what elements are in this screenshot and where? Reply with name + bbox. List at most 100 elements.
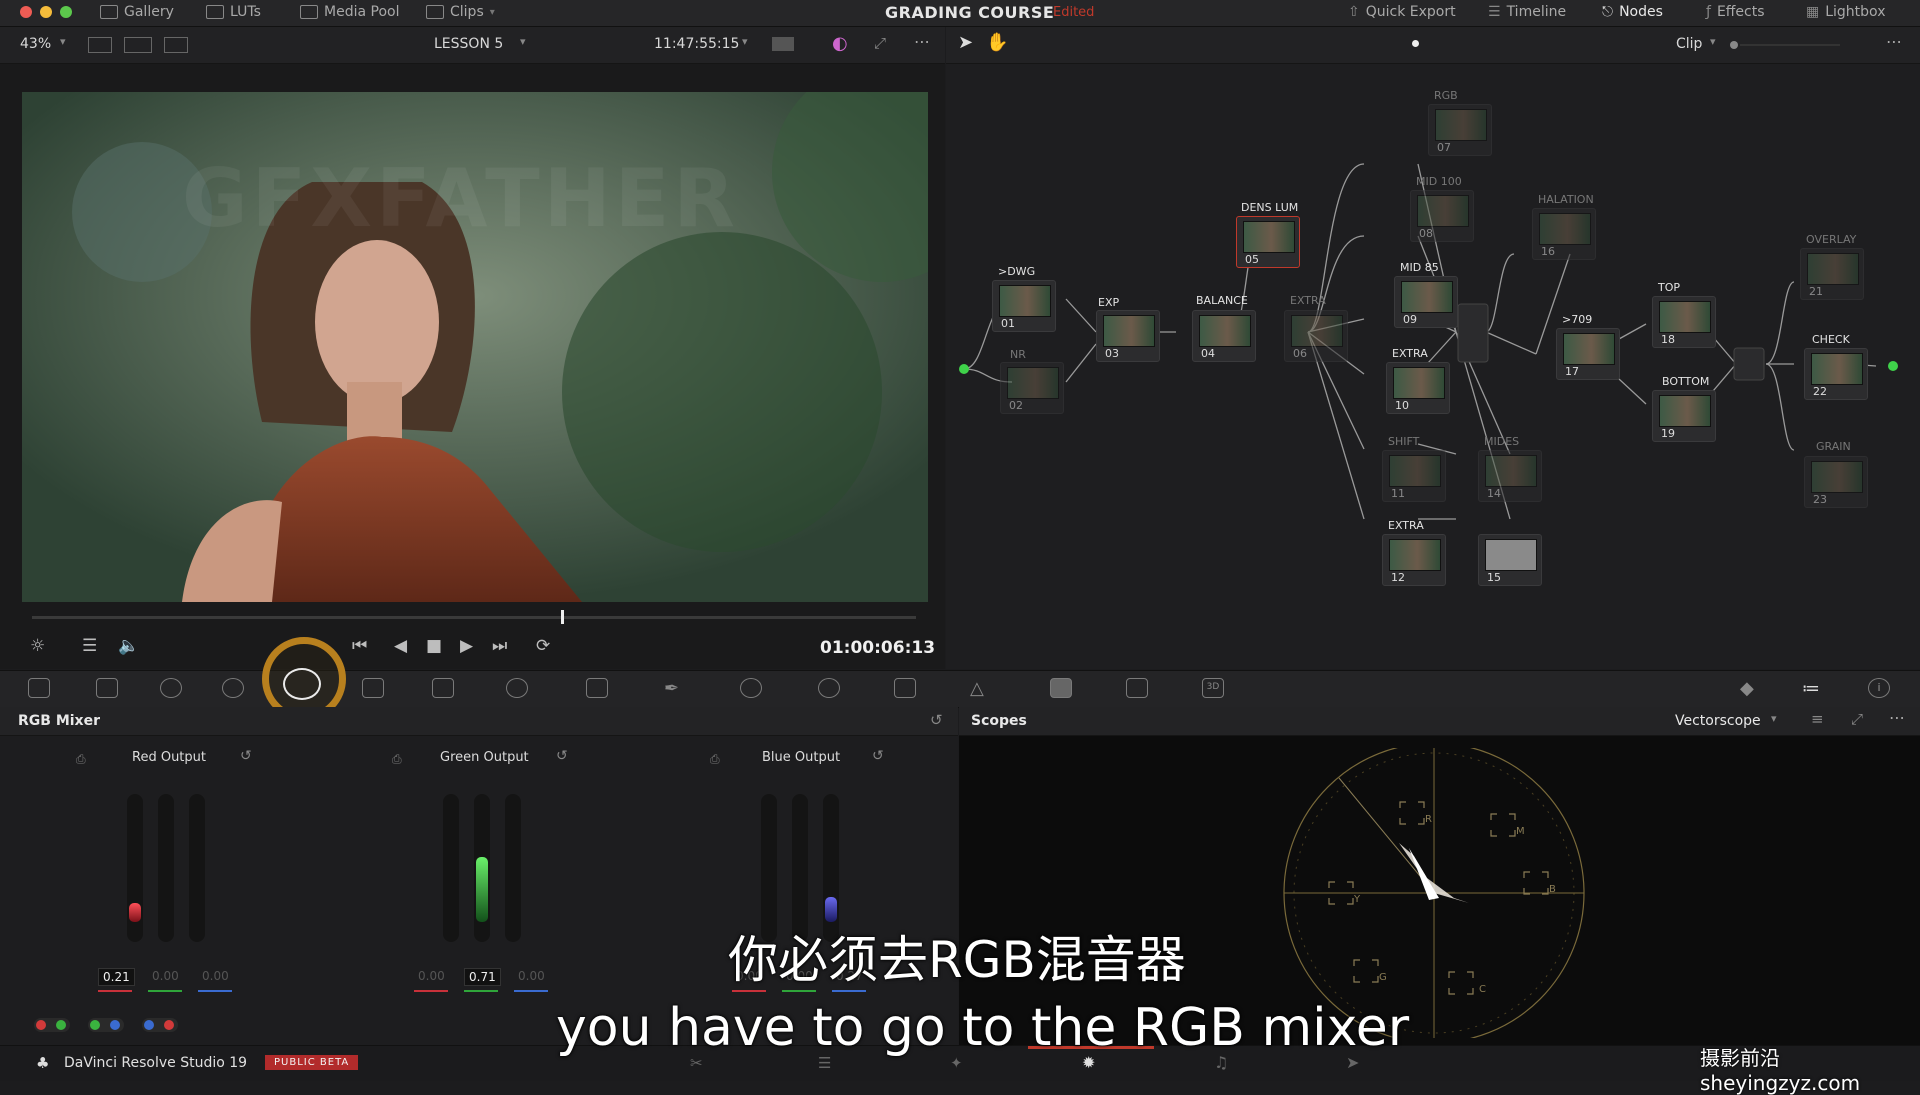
layers-icon[interactable]: ☰ (82, 636, 97, 656)
node-10[interactable]: 10 (1386, 362, 1450, 414)
link-sliders-icon[interactable]: ⎙ (76, 752, 86, 767)
clips-tab[interactable]: Clips ▾ (426, 4, 495, 20)
gallery-tab[interactable]: Gallery (100, 4, 174, 20)
green-output-r-slider[interactable] (443, 794, 459, 942)
node-15[interactable]: 15 (1478, 534, 1542, 586)
red-output-g-slider[interactable] (158, 794, 174, 942)
more-options-icon[interactable]: ⋯ (1886, 32, 1902, 51)
key-icon[interactable] (1050, 678, 1072, 698)
node-05[interactable]: 05 (1236, 216, 1300, 268)
zoom-dropdown[interactable]: 43% (20, 36, 51, 52)
sizing-icon[interactable] (1126, 678, 1148, 698)
scopes-icon[interactable]: ≔ (1802, 678, 1824, 699)
red-output-g-value[interactable]: 0.00 (148, 968, 183, 984)
node-03[interactable]: 03 (1096, 310, 1160, 362)
green-output-b-value[interactable]: 0.00 (514, 968, 549, 984)
node-23[interactable]: 23 (1804, 456, 1868, 508)
link-sliders-icon[interactable]: ⎙ (710, 752, 720, 767)
lightbox-tab[interactable]: ▦ Lightbox (1806, 4, 1885, 20)
swap-blue-red-button[interactable] (142, 1018, 178, 1032)
3d-icon[interactable]: 3D (1202, 678, 1224, 698)
green-output-g-slider[interactable] (474, 794, 490, 942)
red-output-b-value[interactable]: 0.00 (198, 968, 233, 984)
play-icon[interactable]: ▶ (460, 636, 473, 656)
green-output-r-value[interactable]: 0.00 (414, 968, 449, 984)
color-wheel-icon[interactable]: ◐ (832, 33, 848, 54)
node-14[interactable]: 14 (1478, 450, 1542, 502)
maximize-window-button[interactable] (60, 6, 72, 18)
node-01[interactable]: 01 (992, 280, 1056, 332)
tracker-icon[interactable] (818, 678, 840, 698)
hdr-icon[interactable] (222, 678, 244, 698)
zoom-slider[interactable] (1740, 44, 1840, 46)
swap-green-blue-button[interactable] (88, 1018, 124, 1032)
green-output-b-slider[interactable] (505, 794, 521, 942)
motion-effects-icon[interactable] (362, 678, 384, 698)
timeline-tab[interactable]: ☰ Timeline (1488, 4, 1566, 20)
qualifier-icon[interactable] (586, 678, 608, 698)
fullscreen-icon[interactable]: ⤢ (874, 34, 886, 52)
viewer-options-icon[interactable]: ☼ (30, 636, 45, 656)
color-match-icon[interactable] (96, 678, 118, 698)
node-08[interactable]: 08 (1410, 190, 1474, 242)
node-16[interactable]: 16 (1532, 208, 1596, 260)
magic-mask-icon[interactable] (894, 678, 916, 698)
eyedropper-icon[interactable]: ✒ (664, 678, 686, 699)
node-mode-dropdown[interactable]: Clip (1676, 36, 1702, 52)
reset-icon[interactable]: ↺ (240, 748, 252, 764)
wipe-icon[interactable] (164, 37, 188, 53)
red-output-b-slider[interactable] (189, 794, 205, 942)
node-21[interactable]: 21 (1800, 248, 1864, 300)
effects-tab[interactable]: ƒ Effects (1706, 4, 1765, 20)
node-06[interactable]: 06 (1284, 310, 1348, 362)
color-warper-icon[interactable] (506, 678, 528, 698)
red-output-r-slider[interactable] (127, 794, 143, 942)
luts-tab[interactable]: LUTs (206, 4, 261, 20)
quick-export-tab[interactable]: ⇧ Quick Export (1348, 4, 1456, 20)
node-19[interactable]: 19 (1652, 390, 1716, 442)
node-17[interactable]: 17 (1556, 328, 1620, 380)
node-04[interactable]: 04 (1192, 310, 1256, 362)
nodes-tab[interactable]: ⎋ Nodes (1602, 4, 1663, 20)
minimize-window-button[interactable] (40, 6, 52, 18)
scrub-bar[interactable] (32, 616, 916, 619)
single-viewer-icon[interactable] (88, 37, 112, 53)
node-09[interactable]: 09 (1394, 276, 1458, 328)
node-11[interactable]: 11 (1382, 450, 1446, 502)
reverse-play-icon[interactable]: ◀ (394, 636, 407, 656)
node-07[interactable]: 07 (1428, 104, 1492, 156)
red-output-r-value[interactable]: 0.21 (98, 968, 135, 986)
node-02[interactable]: 02 (1000, 362, 1064, 414)
scope-type-dropdown[interactable]: Vectorscope (1675, 713, 1761, 729)
rgb-mixer-icon[interactable] (283, 668, 321, 700)
curves-icon[interactable] (432, 678, 454, 698)
more-options-icon[interactable]: ⋯ (1889, 708, 1905, 727)
skip-to-start-icon[interactable]: ⏮ (352, 636, 367, 656)
timeline-name[interactable]: LESSON 5 (434, 36, 503, 52)
swap-red-green-button[interactable] (34, 1018, 70, 1032)
skip-to-end-icon[interactable]: ⏭ (492, 636, 507, 656)
more-options-icon[interactable]: ⋯ (914, 32, 930, 51)
split-viewer-icon[interactable] (124, 37, 152, 53)
window-icon[interactable] (740, 678, 762, 698)
hand-tool-icon[interactable]: ✋ (986, 32, 1008, 53)
reset-icon[interactable]: ↺ (872, 748, 884, 764)
volume-icon[interactable]: 🔈 (118, 636, 139, 656)
link-sliders-icon[interactable]: ⎙ (392, 752, 402, 767)
scope-settings-icon[interactable]: ≡ (1811, 710, 1824, 728)
pointer-tool-icon[interactable]: ➤ (958, 32, 973, 53)
green-output-g-value[interactable]: 0.71 (464, 968, 501, 986)
reset-icon[interactable]: ↺ (556, 748, 568, 764)
info-icon[interactable]: i (1868, 678, 1890, 698)
node-22[interactable]: 22 (1804, 348, 1868, 400)
viewer-image[interactable]: GFXFATHER (22, 92, 928, 602)
camera-raw-icon[interactable] (28, 678, 50, 698)
highlight-icon[interactable] (772, 37, 794, 51)
primaries-icon[interactable] (160, 678, 182, 698)
reset-icon[interactable]: ↺ (930, 711, 943, 729)
node-18[interactable]: 18 (1652, 296, 1716, 348)
stop-icon[interactable]: ■ (426, 636, 442, 656)
playhead[interactable] (561, 610, 565, 624)
loop-icon[interactable]: ⟳ (536, 636, 550, 656)
expand-icon[interactable]: ⤢ (1851, 710, 1863, 728)
